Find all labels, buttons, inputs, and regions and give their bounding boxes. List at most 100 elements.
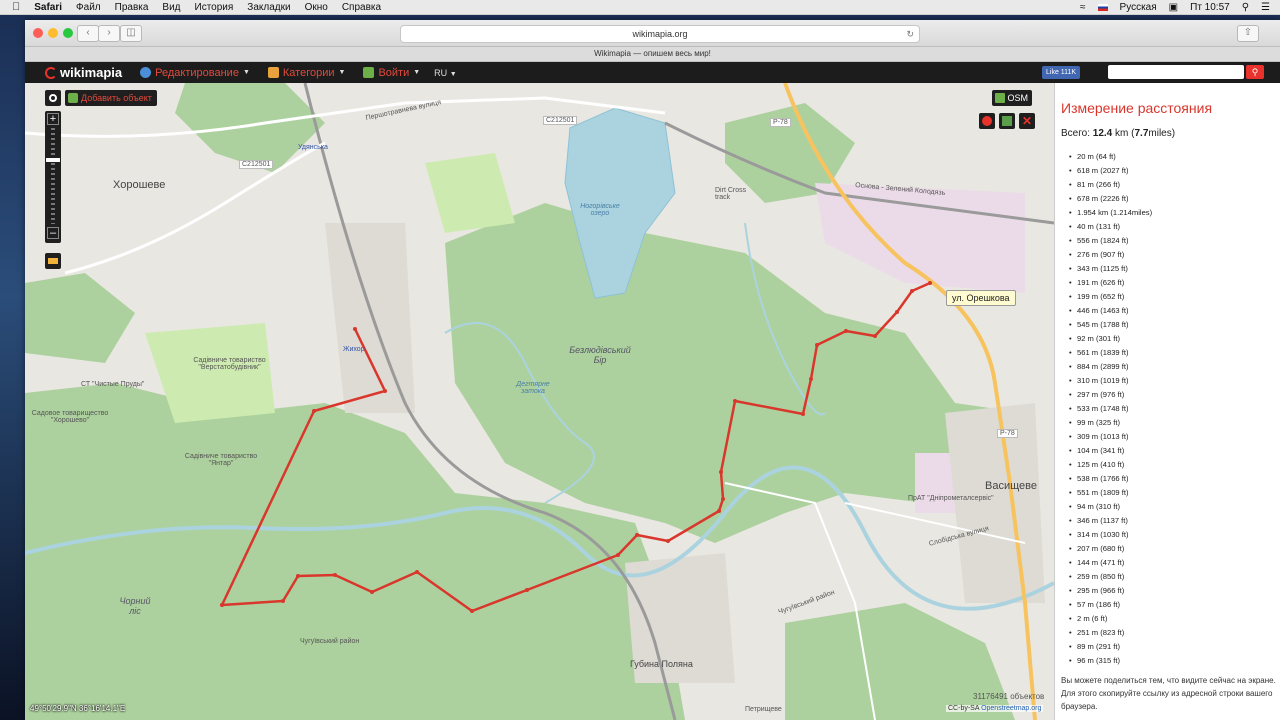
share-button[interactable]: ⇧ [1237,25,1259,42]
route-vertex[interactable] [719,470,723,474]
menu-file[interactable]: Файл [76,2,101,13]
route-vertex[interactable] [844,329,848,333]
menu-editing[interactable]: Редактирование ▼ [140,67,250,79]
search-button[interactable]: ⚲ [1246,65,1264,79]
close-icon: ✕ [1021,114,1033,128]
map-label-gardens: Садівниче товариство "Янтар" [184,453,258,467]
wikimapia-logo[interactable]: wikimapia [45,65,122,80]
map-label-petrishcheve: Петрищеве [745,706,782,713]
route-vertex[interactable] [801,412,805,416]
map-canvas[interactable]: Хорошеве Васищеве Безлюдівський Бір Чорн… [25,83,1054,720]
route-vertex[interactable] [333,573,337,577]
measure-fit-button[interactable] [999,113,1015,129]
display-icon[interactable]: ▣ [1169,2,1178,13]
zoom-slider[interactable] [51,128,55,224]
measure-undo-button[interactable] [979,113,995,129]
menu-help[interactable]: Справка [342,2,381,13]
address-bar[interactable]: wikimapia.org ↻ [400,25,920,43]
menu-edit[interactable]: Правка [115,2,149,13]
total-miles-unit: miles [1148,128,1172,139]
panel-title: Измерение расстояния [1061,100,1213,116]
route-vertex[interactable] [809,377,813,381]
minus-circle-icon [982,116,992,126]
reload-icon[interactable]: ↻ [906,26,914,42]
map-label-road-r78: Р-78 [770,118,791,127]
menu-categories[interactable]: Категории ▼ [267,67,345,79]
measure-clear-button[interactable]: ✕ [1019,113,1035,129]
wikimapia-logo-icon [45,66,57,79]
ruler-tool-button[interactable] [45,253,61,269]
attribution-link[interactable]: Openstreetmap.org [981,705,1041,712]
segment-item: 314 m (1030 ft) [1077,528,1152,542]
route-vertex[interactable] [635,533,639,537]
menu-view[interactable]: Вид [162,2,180,13]
language-selector[interactable]: RU ▼ [434,68,456,78]
sidebar-toggle-button[interactable]: ◫ [120,25,142,42]
apple-icon[interactable]:  [12,1,20,13]
wikimapia-logo-text: wikimapia [60,65,123,80]
wifi-icon[interactable]: ≈ [1080,2,1086,13]
menu-history[interactable]: История [195,2,234,13]
route-vertex[interactable] [873,334,877,338]
forward-button[interactable]: › [98,25,120,42]
segment-item: 297 m (976 ft) [1077,388,1152,402]
route-vertex[interactable] [733,399,737,403]
route-vertex[interactable] [353,327,357,331]
route-vertex[interactable] [415,570,419,574]
segment-item: 191 m (626 ft) [1077,276,1152,290]
layer-osm-button[interactable]: OSM [992,90,1032,106]
segment-item: 259 m (850 ft) [1077,570,1152,584]
map-label-gardens: Садовое товарищество "Хорошево" [31,410,109,424]
search-input[interactable] [1108,65,1244,79]
route-vertex[interactable] [717,509,721,513]
close-window-button[interactable] [33,28,43,38]
route-vertex[interactable] [312,409,316,413]
map-label-road-c212501: C212501 [239,160,274,169]
panel-collapse-button[interactable]: ▶ [1054,113,1055,129]
menu-login[interactable]: Войти ▼ [363,67,420,79]
clock[interactable]: Пт 10:57 [1190,2,1230,13]
minimize-window-button[interactable] [48,28,58,38]
menu-bookmarks[interactable]: Закладки [247,2,290,13]
globe-icon [140,67,152,78]
zoom-out-button[interactable]: – [47,227,59,239]
route-vertex[interactable] [470,609,474,613]
route-vertex[interactable] [928,281,932,285]
route-vertex[interactable] [616,553,620,557]
zoom-window-button[interactable] [63,28,73,38]
map-label-bezlyudivsky-bir: Безлюдівський Бір [569,345,631,365]
tab-title[interactable]: Wikimapia — опишем весь мир! [25,47,1280,62]
zoom-slider-handle[interactable] [46,158,60,162]
route-vertex[interactable] [296,574,300,578]
total-distance: Всего: 12.4 km (7.7miles) [1061,128,1176,139]
zoom-in-button[interactable]: + [47,113,59,125]
route-vertex[interactable] [721,497,725,501]
route-vertex[interactable] [895,310,899,314]
route-vertex[interactable] [220,603,224,607]
facebook-like-button[interactable]: Like 111K [1042,66,1081,79]
route-vertex[interactable] [815,343,819,347]
settings-button[interactable] [45,90,61,106]
menu-window[interactable]: Окно [305,2,328,13]
segment-item: 678 m (2226 ft) [1077,192,1152,206]
input-source-label[interactable]: Русская [1120,2,1157,13]
route-vertex[interactable] [281,599,285,603]
categories-icon [267,67,279,78]
menu-app-safari[interactable]: Safari [34,2,62,13]
back-button[interactable]: ‹ [77,25,99,42]
mac-menubar:  Safari Файл Правка Вид История Закладк… [0,0,1280,15]
segment-item: 40 m (131 ft) [1077,220,1152,234]
panel-close-button[interactable]: ✕ [1054,91,1055,107]
route-vertex[interactable] [666,539,670,543]
segment-item: 144 m (471 ft) [1077,556,1152,570]
spotlight-icon[interactable]: ⚲ [1242,2,1249,13]
route-vertex[interactable] [383,389,387,393]
meadow-area [425,153,515,233]
route-vertex[interactable] [525,588,529,592]
browser-toolbar: ‹ › ◫ wikimapia.org ↻ ⇧ [25,20,1280,47]
route-vertex[interactable] [910,289,914,293]
route-vertex[interactable] [370,590,374,594]
map-label-gardens: Садівниче товариство "Верстатобудівник" [193,357,266,371]
notifications-icon[interactable]: ☰ [1261,2,1270,13]
add-object-button[interactable]: Добавить объект [65,90,157,106]
